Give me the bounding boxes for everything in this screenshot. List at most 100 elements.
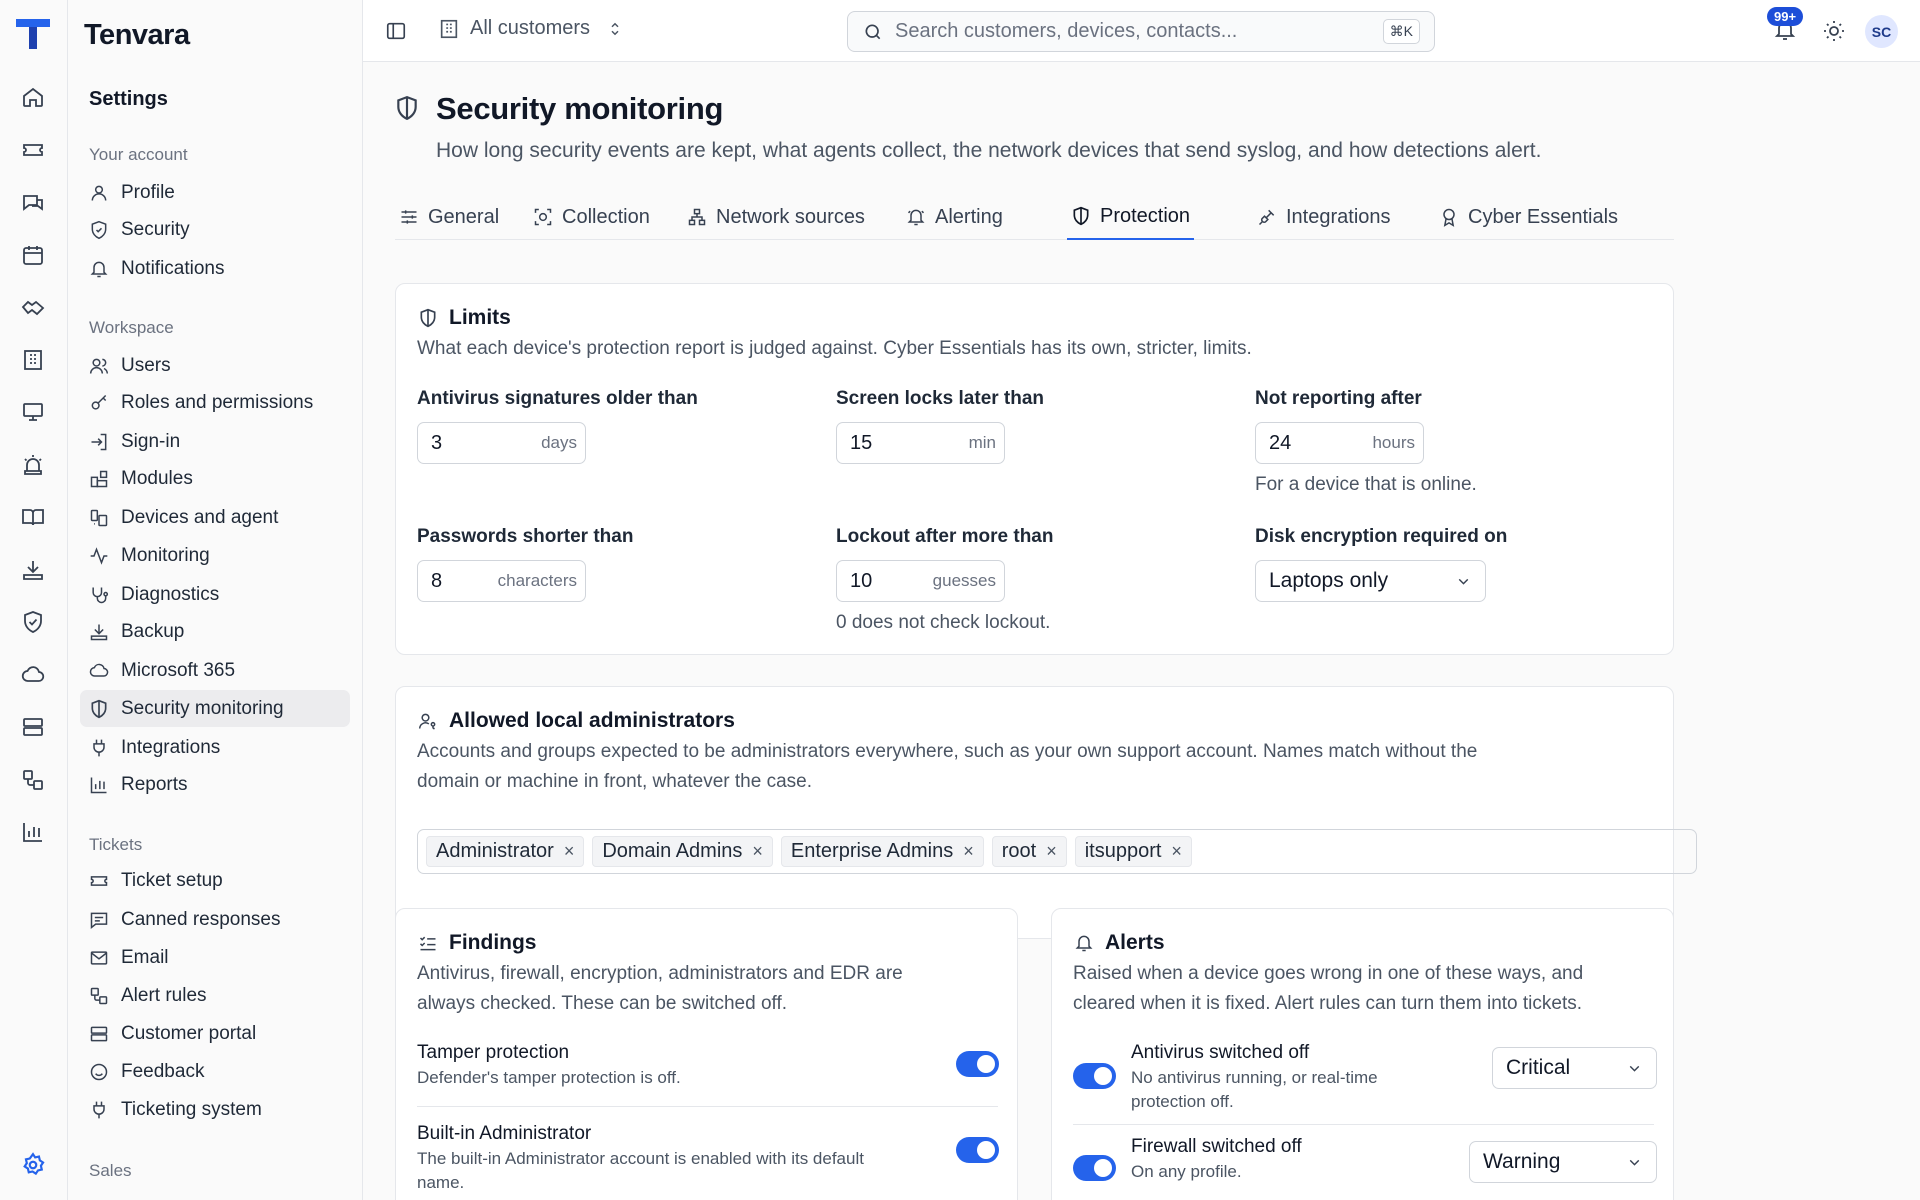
sidebar-item-label: Feedback (121, 1060, 205, 1082)
password-length-input[interactable]: 8 characters (417, 560, 586, 602)
sidebar-item-label: Integrations (121, 736, 221, 758)
bar-chart-icon[interactable] (19, 818, 47, 846)
siren-icon[interactable] (19, 451, 47, 479)
tab-protection[interactable]: Protection (1067, 194, 1195, 240)
global-search-input[interactable]: Search customers, devices, contacts... ⌘… (847, 11, 1435, 52)
findings-card: Findings Antivirus, firewall, encryption… (395, 908, 1018, 1200)
shield-check-icon[interactable] (19, 608, 47, 636)
download-tray-icon[interactable] (19, 556, 47, 584)
tab-general[interactable]: General (395, 194, 503, 240)
sidebar-item-ticket-setup[interactable]: Ticket setup (80, 862, 350, 899)
tab-integrations[interactable]: Integrations (1253, 194, 1395, 240)
sidebar-item-notifications[interactable]: Notifications (80, 250, 350, 287)
user-avatar[interactable]: SC (1865, 15, 1898, 48)
sidebar-item-reports[interactable]: Reports (80, 766, 350, 803)
sidebar-item-ticketing-system[interactable]: Ticketing system (80, 1091, 350, 1128)
tenvara-logo-icon[interactable] (14, 16, 52, 52)
sidebar-item-security[interactable]: Security (80, 211, 350, 248)
firewall-severity-select[interactable]: Warning (1469, 1141, 1657, 1183)
tamper-protection-toggle[interactable] (956, 1051, 999, 1077)
admin-chip: root × (991, 836, 1067, 867)
av-signatures-input[interactable]: 3 days (417, 422, 586, 464)
limits-heading: Limits (418, 306, 511, 330)
book-icon[interactable] (19, 503, 47, 531)
handshake-icon[interactable] (19, 293, 47, 321)
remove-chip-icon[interactable]: × (1171, 841, 1182, 862)
admins-tag-input[interactable]: Administrator × Domain Admins × Enterprise… (417, 829, 1697, 874)
monitor-icon[interactable] (19, 398, 47, 426)
tab-alerting[interactable]: Alerting (902, 194, 1007, 240)
sidebar-item-backup[interactable]: Backup (80, 613, 350, 650)
customer-scope-selector[interactable]: All customers (438, 17, 624, 40)
sidebar-item-security-monitoring[interactable]: Security monitoring (80, 690, 350, 727)
sidebar-toggle-icon[interactable] (385, 20, 407, 42)
antivirus-severity-select[interactable]: Critical (1492, 1047, 1657, 1089)
theme-toggle-sun-icon[interactable] (1822, 19, 1846, 43)
list-checks-icon (419, 936, 436, 951)
backup-icon (90, 624, 108, 640)
shield-half-icon (420, 308, 436, 328)
remove-chip-icon[interactable]: × (1046, 841, 1057, 862)
sidebar-item-integrations[interactable]: Integrations (80, 729, 350, 766)
disk-encryption-select[interactable]: Laptops only (1255, 560, 1486, 602)
server-icon[interactable] (19, 713, 47, 741)
key-icon (91, 394, 107, 410)
home-icon[interactable] (19, 83, 47, 111)
tab-collection[interactable]: Collection (529, 194, 654, 240)
shield-half-icon (394, 94, 420, 122)
av-signatures-label: Antivirus signatures older than (417, 388, 698, 409)
workflow-icon[interactable] (19, 766, 47, 794)
sidebar-item-alert-rules[interactable]: Alert rules (80, 977, 350, 1014)
user-key-icon (418, 713, 436, 730)
firewall-off-toggle[interactable] (1073, 1155, 1116, 1181)
remove-chip-icon[interactable]: × (752, 841, 763, 862)
tab-network-sources[interactable]: Network sources (683, 194, 869, 240)
builtin-admin-toggle[interactable] (956, 1137, 999, 1163)
sidebar-item-microsoft-365[interactable]: Microsoft 365 (80, 652, 350, 689)
antivirus-off-toggle[interactable] (1073, 1063, 1116, 1089)
sidebar-item-sign-in[interactable]: Sign-in (80, 423, 350, 460)
cloud-icon[interactable] (19, 661, 47, 689)
chart-icon (90, 777, 107, 793)
calendar-icon[interactable] (19, 241, 47, 269)
sidebar-item-customer-portal[interactable]: Customer portal (80, 1015, 350, 1052)
antivirus-off-title: Antivirus switched off (1131, 1042, 1310, 1063)
top-bar: All customers Search customers, devices,… (363, 0, 1920, 62)
lockout-input[interactable]: 10 guesses (836, 560, 1005, 602)
building-icon[interactable] (19, 346, 47, 374)
app-name: Tenvara (84, 19, 190, 51)
alerts-card: Alerts Raised when a device goes wrong i… (1051, 908, 1674, 1200)
message-icon (90, 912, 108, 929)
devices-icon (90, 509, 108, 526)
sidebar-item-canned-responses[interactable]: Canned responses (80, 901, 350, 938)
sidebar-item-users[interactable]: Users (80, 347, 350, 384)
screen-lock-input[interactable]: 15 min (836, 422, 1005, 464)
sidebar-item-label: Security monitoring (121, 697, 284, 719)
sidebar-item-email[interactable]: Email (80, 939, 350, 976)
settings-icon[interactable] (19, 1151, 47, 1179)
sidebar-item-label: Roles and permissions (121, 391, 314, 413)
remove-chip-icon[interactable]: × (963, 841, 974, 862)
not-reporting-input[interactable]: 24 hours (1255, 422, 1424, 464)
antivirus-off-desc: No antivirus running, or real-time prote… (1131, 1066, 1378, 1114)
sidebar-item-feedback[interactable]: Feedback (80, 1053, 350, 1090)
sidebar-item-devices-agent[interactable]: Devices and agent (80, 499, 350, 536)
ticket-icon[interactable] (19, 136, 47, 164)
password-length-unit: characters (497, 571, 577, 590)
sidebar-item-roles[interactable]: Roles and permissions (80, 384, 350, 421)
lockout-label: Lockout after more than (836, 526, 1054, 547)
sidebar-item-monitoring[interactable]: Monitoring (80, 537, 350, 574)
sidebar-item-diagnostics[interactable]: Diagnostics (80, 576, 350, 613)
remove-chip-icon[interactable]: × (564, 841, 575, 862)
mail-icon (90, 950, 108, 965)
icon-rail (0, 0, 68, 1200)
tab-label: Network sources (716, 205, 865, 228)
tab-cyber-essentials[interactable]: Cyber Essentials (1435, 194, 1622, 240)
shield-icon (91, 220, 107, 239)
customer-scope-label: All customers (470, 17, 591, 39)
chat-icon[interactable] (19, 189, 47, 217)
admin-chip: Domain Admins × (592, 836, 773, 867)
sidebar-item-modules[interactable]: Modules (80, 460, 350, 497)
sidebar-item-profile[interactable]: Profile (80, 174, 350, 211)
sidebar-item-label: Email (121, 946, 169, 968)
